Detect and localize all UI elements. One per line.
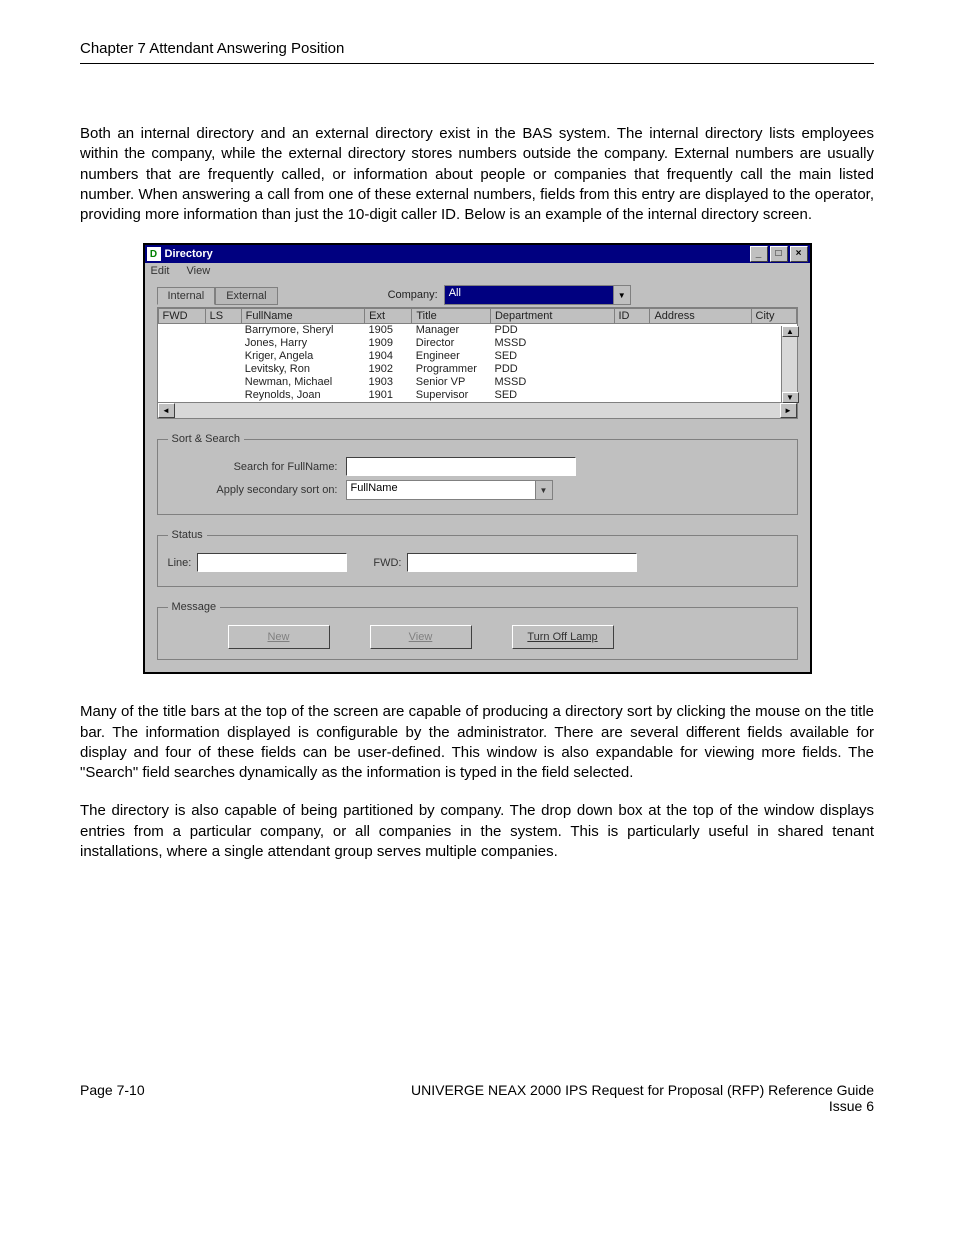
sort-search-group: Sort & Search Search for FullName: Apply… [157, 433, 798, 515]
secondary-sort-value: FullName [347, 481, 535, 499]
chapter-header: Chapter 7 Attendant Answering Position [80, 40, 874, 57]
chevron-down-icon[interactable]: ▼ [535, 481, 552, 499]
scroll-down-icon[interactable]: ▼ [782, 392, 799, 403]
view-button[interactable]: View [370, 625, 472, 649]
col-fwd[interactable]: FWD [158, 309, 205, 324]
tab-internal[interactable]: Internal [157, 287, 216, 305]
col-id[interactable]: ID [614, 309, 650, 324]
minimize-button[interactable]: _ [750, 246, 768, 262]
maximize-button[interactable]: □ [770, 246, 788, 262]
horizontal-scrollbar[interactable]: ◄ ► [158, 402, 797, 418]
footer-issue: Issue 6 [829, 1098, 874, 1114]
scroll-left-icon[interactable]: ◄ [158, 403, 175, 418]
table-row[interactable]: Jones, Harry1909DirectorMSSD [158, 337, 797, 350]
fwd-label: FWD: [373, 557, 401, 569]
menu-view[interactable]: View [187, 265, 211, 277]
grid-header-row: FWD LS FullName Ext Title Department ID … [158, 309, 796, 324]
app-icon: D [147, 247, 161, 261]
header-rule [80, 63, 874, 64]
menu-edit[interactable]: Edit [151, 265, 170, 277]
company-value: All [445, 286, 613, 304]
grid-body: Barrymore, Sheryl1905ManagerPDDJones, Ha… [158, 324, 797, 402]
chevron-down-icon[interactable]: ▼ [613, 286, 630, 304]
scroll-up-icon[interactable]: ▲ [782, 326, 799, 337]
col-address[interactable]: Address [650, 309, 751, 324]
col-title[interactable]: Title [412, 309, 491, 324]
directory-grid: FWD LS FullName Ext Title Department ID … [157, 307, 798, 419]
col-department[interactable]: Department [490, 309, 614, 324]
search-input[interactable] [346, 457, 576, 476]
table-row[interactable]: Newman, Michael1903Senior VPMSSD [158, 376, 797, 389]
company-label: Company: [388, 289, 438, 301]
line-label: Line: [168, 557, 192, 569]
col-ls[interactable]: LS [205, 309, 241, 324]
tab-row: Internal External Company: All ▼ [157, 285, 798, 305]
table-row[interactable]: Kriger, Angela1904EngineerSED [158, 350, 797, 363]
table-row[interactable]: Barrymore, Sheryl1905ManagerPDD [158, 324, 797, 337]
body-paragraph-3: The directory is also capable of being p… [80, 801, 874, 862]
status-group: Status Line: FWD: [157, 529, 798, 587]
search-label: Search for FullName: [168, 461, 338, 473]
secondary-sort-combo[interactable]: FullName ▼ [346, 480, 553, 500]
footer-title: UNIVERGE NEAX 2000 IPS Request for Propo… [411, 1082, 874, 1098]
directory-window: D Directory _ □ × Edit View Internal Ext… [143, 243, 812, 674]
col-city[interactable]: City [751, 309, 796, 324]
message-group: Message New View Turn Off Lamp [157, 601, 798, 660]
company-combo[interactable]: All ▼ [444, 285, 631, 305]
new-button[interactable]: New [228, 625, 330, 649]
sort-search-legend: Sort & Search [168, 433, 244, 445]
grid-header-table: FWD LS FullName Ext Title Department ID … [158, 308, 797, 324]
menubar: Edit View [145, 263, 810, 279]
secondary-sort-label: Apply secondary sort on: [168, 484, 338, 496]
col-fullname[interactable]: FullName [241, 309, 365, 324]
status-legend: Status [168, 529, 207, 541]
titlebar[interactable]: D Directory _ □ × [145, 245, 810, 263]
message-legend: Message [168, 601, 221, 613]
turn-off-lamp-button[interactable]: Turn Off Lamp [512, 625, 614, 649]
vertical-scrollbar[interactable]: ▲ ▼ [781, 326, 797, 403]
window-title: Directory [165, 248, 213, 260]
page-footer: Page 7-10 UNIVERGE NEAX 2000 IPS Request… [80, 1082, 874, 1114]
close-button[interactable]: × [790, 246, 808, 262]
body-paragraph-1: Both an internal directory and an extern… [80, 124, 874, 225]
col-ext[interactable]: Ext [365, 309, 412, 324]
scroll-right-icon[interactable]: ► [780, 403, 797, 418]
fwd-input[interactable] [407, 553, 637, 572]
tab-external[interactable]: External [215, 287, 277, 305]
table-row[interactable]: Reynolds, Joan1901SupervisorSED [158, 389, 797, 402]
line-input[interactable] [197, 553, 347, 572]
body-paragraph-2: Many of the title bars at the top of the… [80, 702, 874, 783]
table-row[interactable]: Levitsky, Ron1902ProgrammerPDD [158, 363, 797, 376]
footer-page: Page 7-10 [80, 1082, 240, 1114]
